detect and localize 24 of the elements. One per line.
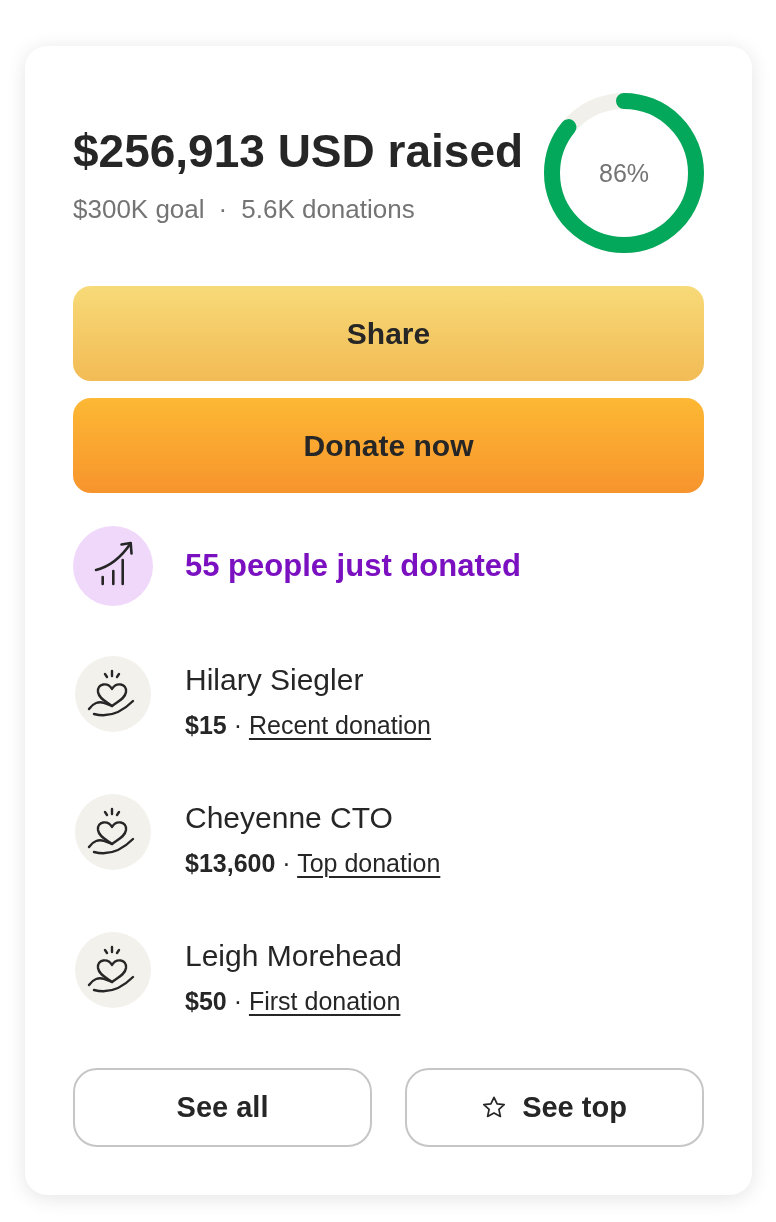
donation-type-link[interactable]: Recent donation [248,711,432,739]
progress-percent: 86% [599,158,649,188]
amount-raised: $256,913 USD raised [73,125,524,178]
donation-count: 5.6K donations [241,193,415,226]
growth-chart-icon [73,526,153,606]
donation-summary: $15 · Recent donation [185,710,432,740]
goal-amount: $300K goal [73,193,205,226]
heart-in-hand-icon [75,656,151,732]
see-top-button[interactable]: See top [405,1068,704,1147]
donor-name: Cheyenne CTO [185,800,394,836]
donation-type-link[interactable]: Top donation [297,849,441,877]
share-button[interactable]: Share [73,286,704,381]
see-all-button[interactable]: See all [73,1068,372,1147]
donor-name: Hilary Siegler [185,662,365,698]
donor-name: Leigh Morehead [185,938,402,974]
donation-summary: $13,600 · Top donation [185,848,441,878]
donation-type-link[interactable]: First donation [248,987,401,1015]
heart-in-hand-icon [75,794,151,870]
donation-summary: $50 · First donation [185,986,402,1016]
donate-button[interactable]: Donate now [73,398,704,493]
star-icon [482,1095,507,1120]
heart-in-hand-icon [75,932,151,1008]
separator-dot: · [218,193,228,226]
activity-message: 55 people just donated [185,548,521,584]
